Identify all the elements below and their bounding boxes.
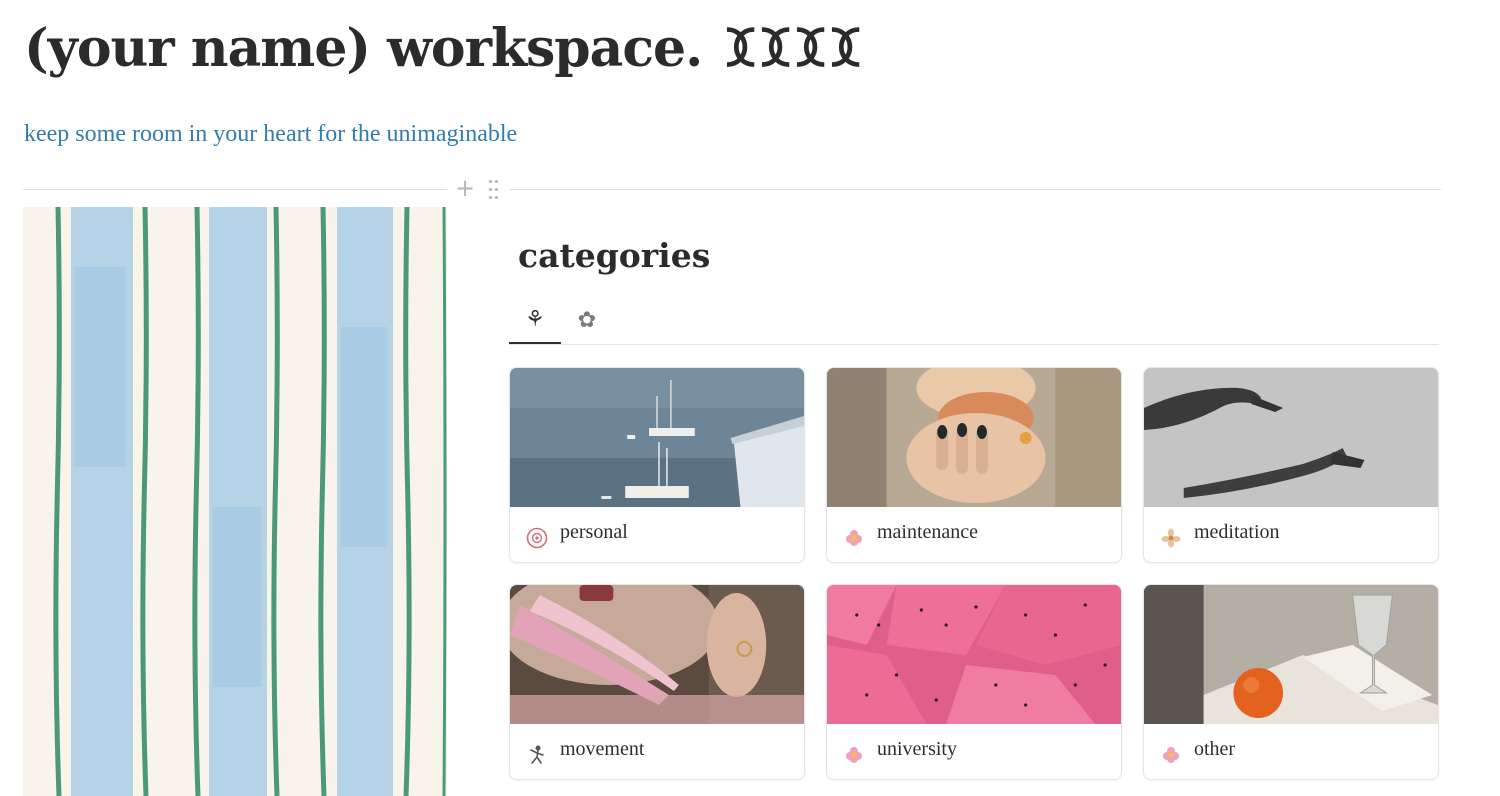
card-label: maintenance bbox=[877, 521, 979, 543]
card-other[interactable]: other bbox=[1143, 584, 1439, 780]
divider bbox=[510, 189, 1441, 190]
tab-flower[interactable]: ✿ bbox=[561, 297, 613, 344]
pink-flower-icon bbox=[843, 527, 865, 549]
add-block-icon[interactable]: + bbox=[455, 176, 475, 200]
card-cover-image bbox=[510, 585, 804, 724]
page-title[interactable]: (your name) workspace. ꘉꘉꘉꘉ bbox=[24, 18, 864, 80]
flower-icon: ✿ bbox=[577, 308, 597, 333]
card-label: university bbox=[877, 738, 957, 760]
card-label: other bbox=[1194, 738, 1236, 760]
card-cover-image bbox=[1144, 585, 1438, 724]
card-personal[interactable]: personal bbox=[509, 367, 805, 563]
card-meditation[interactable]: meditation bbox=[1143, 367, 1439, 563]
striped-watercolor-image bbox=[23, 207, 447, 796]
card-label: meditation bbox=[1194, 521, 1280, 543]
drag-handle-icon[interactable] bbox=[489, 179, 499, 201]
tab-tulip[interactable]: ⚘ bbox=[509, 297, 561, 344]
title-decoration: ꘉꘉꘉꘉ bbox=[724, 18, 865, 79]
page-subtitle[interactable]: keep some room in your heart for the uni… bbox=[24, 121, 517, 148]
card-maintenance[interactable]: maintenance bbox=[826, 367, 1122, 563]
pink-flower-icon bbox=[1160, 744, 1182, 766]
pink-flower-icon bbox=[843, 744, 865, 766]
categories-heading: categories bbox=[518, 236, 711, 275]
card-movement[interactable]: movement bbox=[509, 584, 805, 780]
pink-flower-icon bbox=[526, 527, 548, 549]
card-cover-image bbox=[1144, 368, 1438, 507]
card-university[interactable]: university bbox=[826, 584, 1122, 780]
divider bbox=[23, 189, 447, 190]
pale-flower-icon bbox=[1160, 527, 1182, 549]
dancer-icon bbox=[526, 744, 548, 766]
category-tabs: ⚘ ✿ bbox=[509, 297, 1439, 345]
card-label: personal bbox=[560, 521, 628, 543]
page-title-text: (your name) workspace. bbox=[24, 18, 703, 79]
card-label: movement bbox=[560, 738, 645, 760]
card-cover-image bbox=[510, 368, 804, 507]
tulip-icon: ⚘ bbox=[525, 307, 545, 332]
card-cover-image bbox=[827, 585, 1121, 724]
card-cover-image bbox=[827, 368, 1121, 507]
